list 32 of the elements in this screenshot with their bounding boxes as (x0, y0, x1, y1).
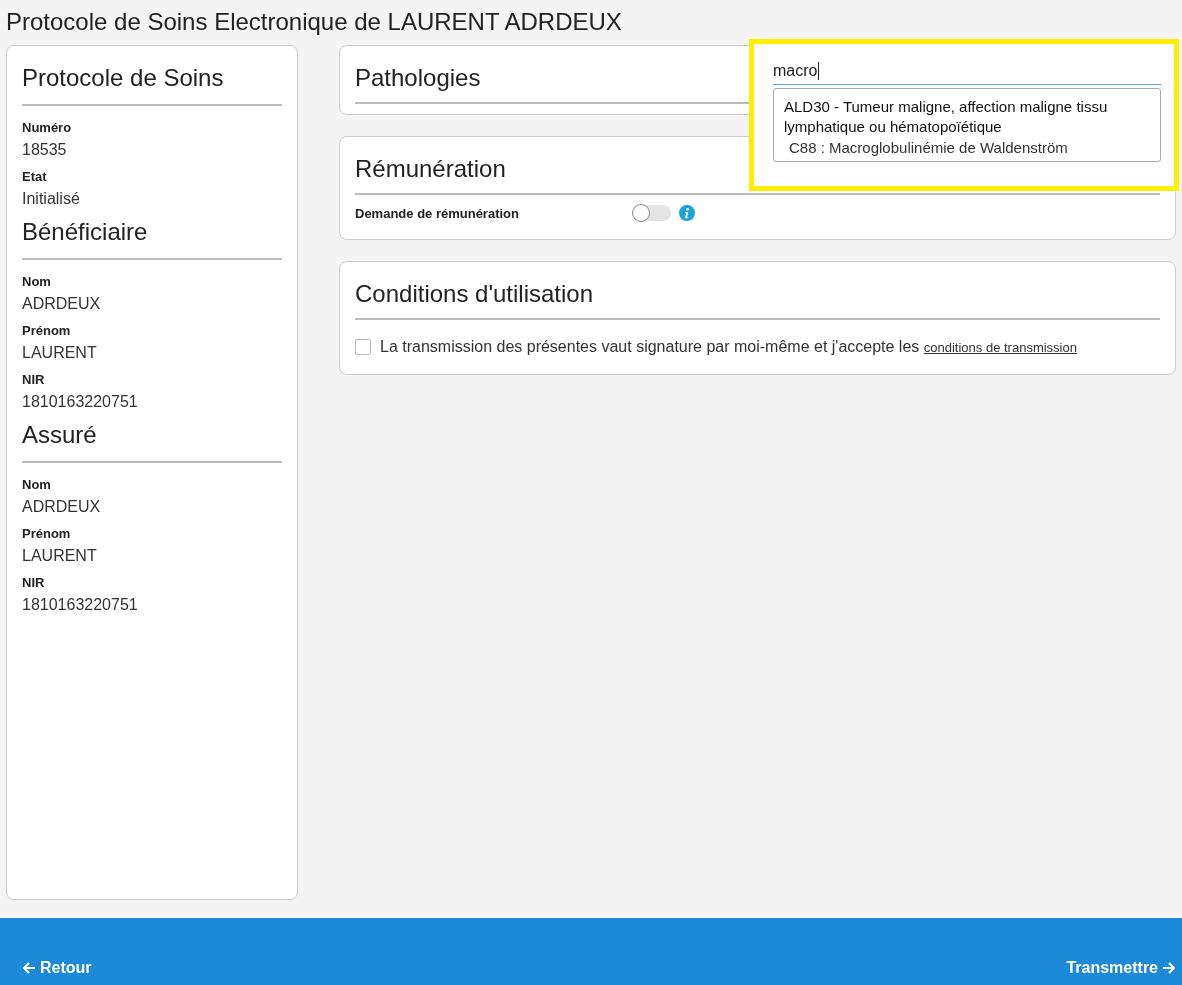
field-value: ADRDEUX (22, 295, 102, 313)
field-label: Numéro (22, 120, 73, 135)
conditions-link[interactable]: conditions de transmission (923, 340, 1077, 355)
field-value: 1810163220751 (22, 393, 139, 411)
field-value: LAURENT (22, 344, 98, 362)
field-label: NIR (22, 575, 46, 590)
checkbox[interactable] (355, 339, 371, 355)
field-label: Prénom (22, 526, 72, 541)
back-button[interactable]: Retour (22, 959, 92, 977)
field-value: 18535 (22, 141, 68, 159)
consent-text: La transmission des présentes vaut signature par moi-même et j'accepte les conditions de transmission (380, 338, 1077, 356)
arrow-right-icon (1162, 961, 1176, 975)
field-label: Nom (22, 274, 52, 289)
field-value: LAURENT (22, 547, 98, 565)
toggle-switch[interactable] (633, 205, 671, 221)
field-label: Prénom (22, 323, 72, 338)
field-label: Nom (22, 477, 52, 492)
search-field[interactable]: macro (773, 62, 1161, 85)
field-value: 1810163220751 (22, 596, 139, 614)
card-title: Conditions d'utilisation (355, 280, 1160, 320)
field-value: Initialisé (22, 190, 81, 208)
section-title: Bénéficiaire (22, 218, 282, 260)
arrow-left-icon (22, 961, 36, 975)
section-title: Protocole de Soins (22, 64, 282, 106)
info-icon[interactable] (679, 205, 695, 221)
field-label: NIR (22, 372, 46, 387)
submit-button[interactable]: Transmettre (1066, 959, 1176, 977)
page-title: Protocole de Soins Electronique de LAURENT ADRDEUX (5, 7, 623, 37)
field-value: ADRDEUX (22, 498, 102, 516)
section-title: Assuré (22, 421, 282, 463)
field-label: Etat (22, 169, 48, 184)
toggle-label: Demande de rémunération (355, 205, 520, 221)
